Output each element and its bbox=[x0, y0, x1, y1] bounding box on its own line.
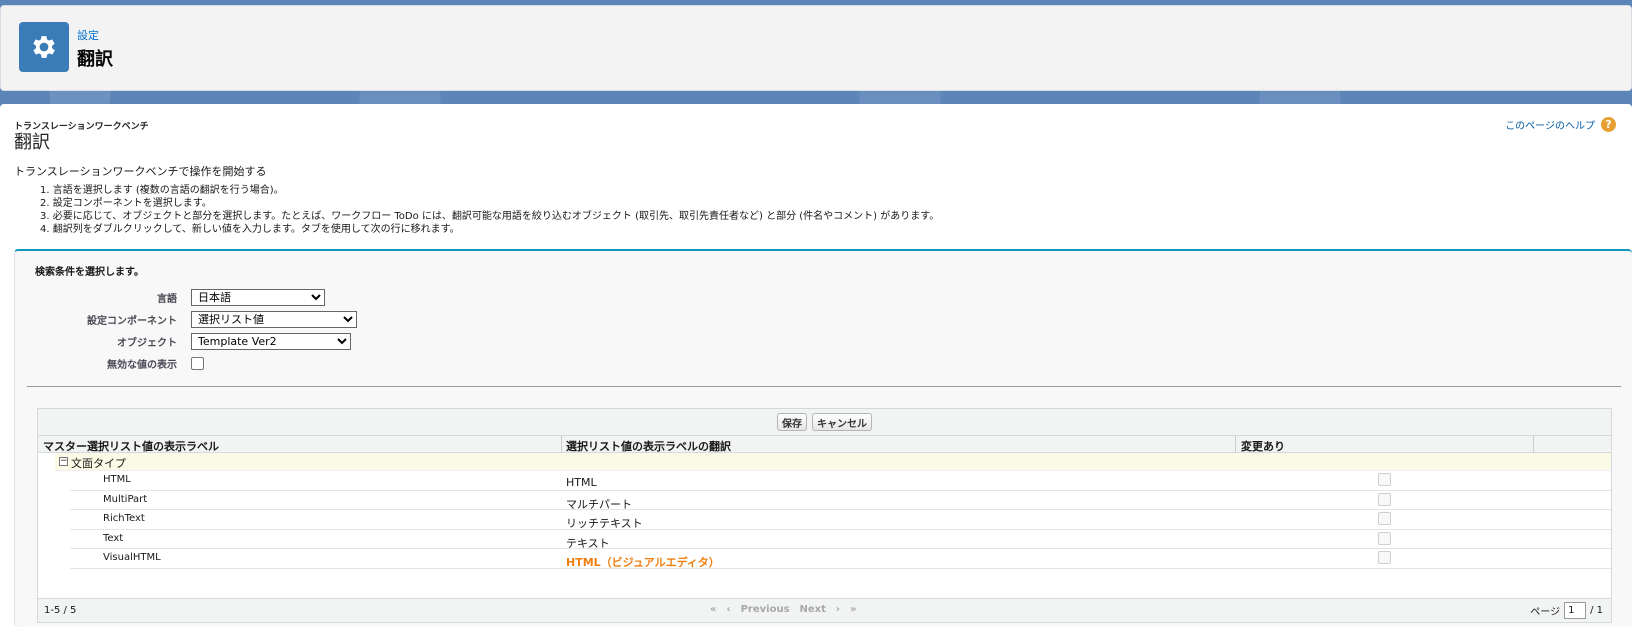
grid-footer: 1-5 / 5 « ‹ Previous Next › » ページ 1 / 1 bbox=[38, 598, 1611, 622]
filter-heading: 検索条件を選択します。 bbox=[35, 267, 144, 278]
page-number-input[interactable]: 1 bbox=[1564, 602, 1587, 619]
translation-cell[interactable]: マルチパート bbox=[566, 496, 632, 512]
page-label: ページ bbox=[1530, 607, 1561, 618]
prev-arrow-icon[interactable]: ‹ bbox=[726, 604, 730, 615]
section-title: 翻訳 bbox=[14, 132, 50, 153]
language-row: 言語 日本語 bbox=[15, 287, 325, 307]
master-label-cell: HTML bbox=[103, 474, 131, 485]
filter-panel: 検索条件を選択します。 言語 日本語 設定コンポーネント 選択リスト値 オブジェ… bbox=[14, 249, 1632, 627]
object-select[interactable]: Template Ver2 bbox=[191, 332, 351, 350]
changed-checkbox bbox=[1378, 531, 1391, 545]
first-page-icon[interactable]: « bbox=[710, 604, 716, 615]
setup-header: 設定 翻訳 bbox=[0, 5, 1632, 91]
translation-cell-edited[interactable]: HTML（ビジュアルエディタ） bbox=[566, 554, 720, 570]
changed-checkbox bbox=[1378, 492, 1391, 506]
page-title: 翻訳 bbox=[77, 49, 113, 70]
instruction-steps: 1. 言語を選択します (複数の言語の翻訳を行う場合)。 2. 設定コンポーネン… bbox=[40, 184, 939, 236]
last-page-icon[interactable]: » bbox=[850, 604, 856, 615]
inactive-label: 無効な値の表示 bbox=[107, 359, 177, 371]
table-row[interactable]: HTML HTML bbox=[70, 471, 1611, 491]
changed-checkbox bbox=[1378, 512, 1391, 526]
divider bbox=[27, 386, 1621, 387]
table-row[interactable]: RichText リッチテキスト bbox=[70, 510, 1611, 530]
column-header-translation[interactable]: 選択リスト値の表示ラベルの翻訳 bbox=[566, 438, 731, 454]
inactive-checkbox[interactable] bbox=[191, 356, 204, 370]
cancel-button[interactable]: キャンセル bbox=[812, 413, 872, 431]
intro-text: トランスレーションワークベンチで操作を開始する bbox=[14, 165, 267, 178]
component-row: 設定コンポーネント 選択リスト値 bbox=[15, 309, 357, 329]
grid-header: マスター選択リスト値の表示ラベル 選択リスト値の表示ラベルの翻訳 変更あり bbox=[38, 435, 1611, 453]
breadcrumb[interactable]: 設定 bbox=[77, 27, 99, 43]
help-link[interactable]: このページのヘルプ bbox=[1505, 117, 1595, 132]
group-label: 文面タイプ bbox=[71, 457, 126, 470]
help-icon[interactable]: ? bbox=[1601, 117, 1616, 132]
master-label-cell: MultiPart bbox=[103, 493, 148, 505]
help-link-group[interactable]: このページのヘルプ ? bbox=[1505, 117, 1616, 132]
master-label-cell: Text bbox=[103, 532, 124, 544]
table-row[interactable]: Text テキスト bbox=[70, 530, 1611, 550]
table-row[interactable]: VisualHTML HTML（ビジュアルエディタ） bbox=[70, 549, 1611, 569]
object-row: オブジェクト Template Ver2 bbox=[15, 331, 351, 351]
language-select[interactable]: 日本語 bbox=[191, 288, 325, 306]
translation-cell[interactable]: HTML bbox=[566, 476, 597, 489]
column-header-changed[interactable]: 変更あり bbox=[1241, 438, 1285, 454]
step-item: 2. 設定コンポーネントを選択します。 bbox=[40, 198, 212, 209]
step-item: 1. 言語を選択します (複数の言語の翻訳を行う場合)。 bbox=[40, 185, 284, 196]
translation-grid: 保存 キャンセル マスター選択リスト値の表示ラベル 選択リスト値の表示ラベルの翻… bbox=[37, 408, 1612, 623]
translation-cell[interactable]: テキスト bbox=[566, 535, 610, 551]
next-link[interactable]: Next bbox=[800, 604, 826, 615]
changed-checkbox bbox=[1378, 473, 1391, 486]
page-info: ページ 1 / 1 bbox=[1530, 602, 1603, 619]
column-header-master[interactable]: マスター選択リスト値の表示ラベル bbox=[43, 438, 219, 454]
save-button[interactable]: 保存 bbox=[777, 413, 807, 431]
record-range: 1-5 / 5 bbox=[44, 605, 77, 616]
language-label: 言語 bbox=[157, 293, 177, 305]
pager: « ‹ Previous Next › » bbox=[710, 604, 857, 615]
grid-toolbar: 保存 キャンセル bbox=[38, 409, 1611, 435]
group-row[interactable]: − 文面タイプ bbox=[55, 453, 1611, 471]
master-label-cell: VisualHTML bbox=[103, 552, 161, 564]
main-content: トランスレーションワークベンチ 翻訳 このページのヘルプ ? トランスレーション… bbox=[0, 104, 1632, 631]
component-select[interactable]: 選択リスト値 bbox=[191, 310, 357, 328]
step-item: 4. 翻訳列をダブルクリックして、新しい値を入力します。タブを使用して次の行に移… bbox=[40, 224, 460, 235]
column-separator[interactable] bbox=[1235, 436, 1236, 453]
previous-link[interactable]: Previous bbox=[741, 604, 790, 615]
changed-checkbox bbox=[1378, 551, 1391, 565]
translation-cell[interactable]: リッチテキスト bbox=[566, 515, 643, 531]
column-separator[interactable] bbox=[561, 436, 562, 453]
next-arrow-icon[interactable]: › bbox=[836, 604, 840, 615]
step-item: 3. 必要に応じて、オブジェクトと部分を選択します。たとえば、ワークフロー To… bbox=[40, 211, 940, 222]
master-label-cell: RichText bbox=[103, 513, 145, 525]
object-label: オブジェクト bbox=[117, 337, 177, 349]
page-total: / 1 bbox=[1590, 605, 1603, 616]
table-row[interactable]: MultiPart マルチパート bbox=[70, 491, 1611, 511]
column-separator[interactable] bbox=[1533, 436, 1534, 453]
gear-icon bbox=[19, 22, 69, 72]
inactive-row: 無効な値の表示 bbox=[15, 353, 204, 373]
component-label: 設定コンポーネント bbox=[87, 315, 177, 327]
collapse-icon[interactable]: − bbox=[59, 457, 68, 466]
